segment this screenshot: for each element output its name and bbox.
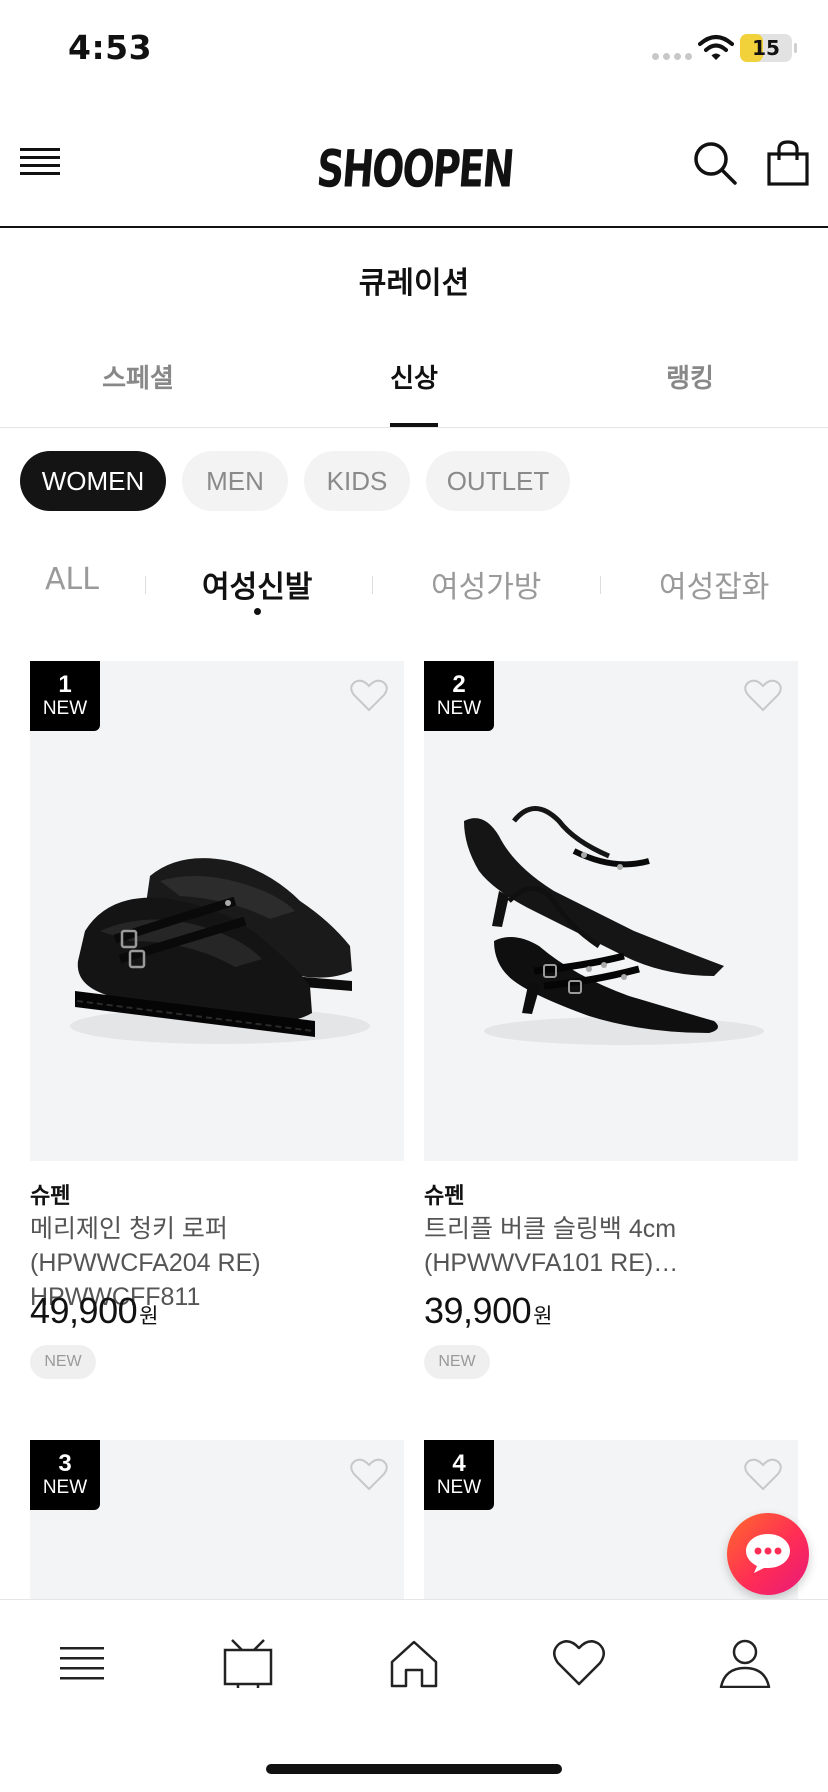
chip-women[interactable]: WOMEN <box>20 451 166 511</box>
rank-new-label: NEW <box>42 1477 88 1498</box>
product-brand: 슈펜 <box>30 1184 71 1209</box>
new-tag: NEW <box>30 1345 96 1379</box>
rank-number: 1 <box>58 671 72 698</box>
tab-new-arrivals[interactable]: 신상 <box>344 358 484 395</box>
wishlist-heart-icon[interactable] <box>744 1458 782 1492</box>
divider <box>600 576 601 594</box>
rank-number: 2 <box>452 671 466 698</box>
wishlist-heart-icon[interactable] <box>744 679 782 713</box>
active-subcat-dot <box>254 608 261 615</box>
product-card-image[interactable]: 3 NEW <box>30 1440 404 1600</box>
page-title: 큐레이션 <box>358 266 470 301</box>
app-header: SHOOPEN <box>0 110 828 228</box>
home-icon[interactable] <box>386 1638 442 1688</box>
new-tag: NEW <box>424 1345 490 1379</box>
wishlist-heart-icon[interactable] <box>350 1458 388 1492</box>
rank-number: 3 <box>58 1450 72 1477</box>
rank-new-label: NEW <box>436 698 482 719</box>
rank-number: 4 <box>452 1450 466 1477</box>
chat-bubble-icon <box>746 1534 790 1573</box>
chip-kids[interactable]: KIDS <box>304 451 410 511</box>
chip-outlet[interactable]: OUTLET <box>426 451 570 511</box>
brand-logo[interactable]: SHOOPEN <box>315 134 515 204</box>
active-tab-indicator <box>390 423 438 427</box>
wifi-icon <box>698 35 734 60</box>
rank-badge: 2 NEW <box>424 661 494 731</box>
shopping-bag-icon[interactable] <box>766 140 810 186</box>
price-row: 39,900 원 <box>424 1290 552 1332</box>
product-card-image[interactable]: 1 NEW <box>30 661 404 1161</box>
subcat-women-bags[interactable]: 여성가방 <box>431 562 541 606</box>
rank-badge: 3 NEW <box>30 1440 100 1510</box>
rank-badge: 4 NEW <box>424 1440 494 1510</box>
rank-new-label: NEW <box>42 698 88 719</box>
product-price: 39,900 <box>424 1290 532 1331</box>
status-bar: 4:53 15 <box>0 0 828 100</box>
battery-level: 15 <box>752 36 780 60</box>
main-tabs: 스페셜 신상 랭킹 <box>0 340 828 428</box>
divider <box>372 576 373 594</box>
tab-special[interactable]: 스페셜 <box>68 358 208 395</box>
subcat-women-accessories[interactable]: 여성잡화 <box>659 562 769 606</box>
product-price: 49,900 <box>30 1290 138 1331</box>
product-name[interactable]: 트리플 버클 슬링백 4cm (HPWWVFA101 RE)… <box>424 1212 794 1280</box>
chat-button[interactable] <box>727 1513 809 1595</box>
divider <box>145 576 146 594</box>
price-row: 49,900 원 <box>30 1290 158 1332</box>
product-brand: 슈펜 <box>424 1184 465 1209</box>
chip-men[interactable]: MEN <box>182 451 288 511</box>
battery-indicator: 15 <box>740 34 792 62</box>
rank-new-label: NEW <box>436 1477 482 1498</box>
product-image-loafers <box>70 858 370 1044</box>
rank-badge: 1 NEW <box>30 661 100 731</box>
menu-icon[interactable] <box>54 1638 110 1688</box>
product-card-image[interactable]: 2 NEW <box>424 661 798 1161</box>
heart-icon[interactable] <box>551 1638 607 1688</box>
search-icon[interactable] <box>692 140 738 186</box>
currency-unit: 원 <box>533 1304 553 1328</box>
tv-icon[interactable] <box>220 1638 276 1688</box>
currency-unit: 원 <box>139 1304 159 1328</box>
logo-text: SHOOPEN <box>315 139 516 199</box>
tab-ranking[interactable]: 랭킹 <box>620 358 760 395</box>
status-time: 4:53 <box>68 28 153 67</box>
wishlist-heart-icon[interactable] <box>350 679 388 713</box>
product-image-slingbacks <box>464 806 764 1045</box>
subcat-women-shoes[interactable]: 여성신발 <box>202 562 312 606</box>
home-indicator <box>266 1764 562 1774</box>
user-icon[interactable] <box>717 1638 773 1688</box>
hamburger-menu-icon[interactable] <box>20 146 60 178</box>
subcat-all[interactable]: ALL <box>45 562 99 597</box>
battery-cap <box>794 43 797 53</box>
cellular-signal-icon <box>652 53 692 60</box>
